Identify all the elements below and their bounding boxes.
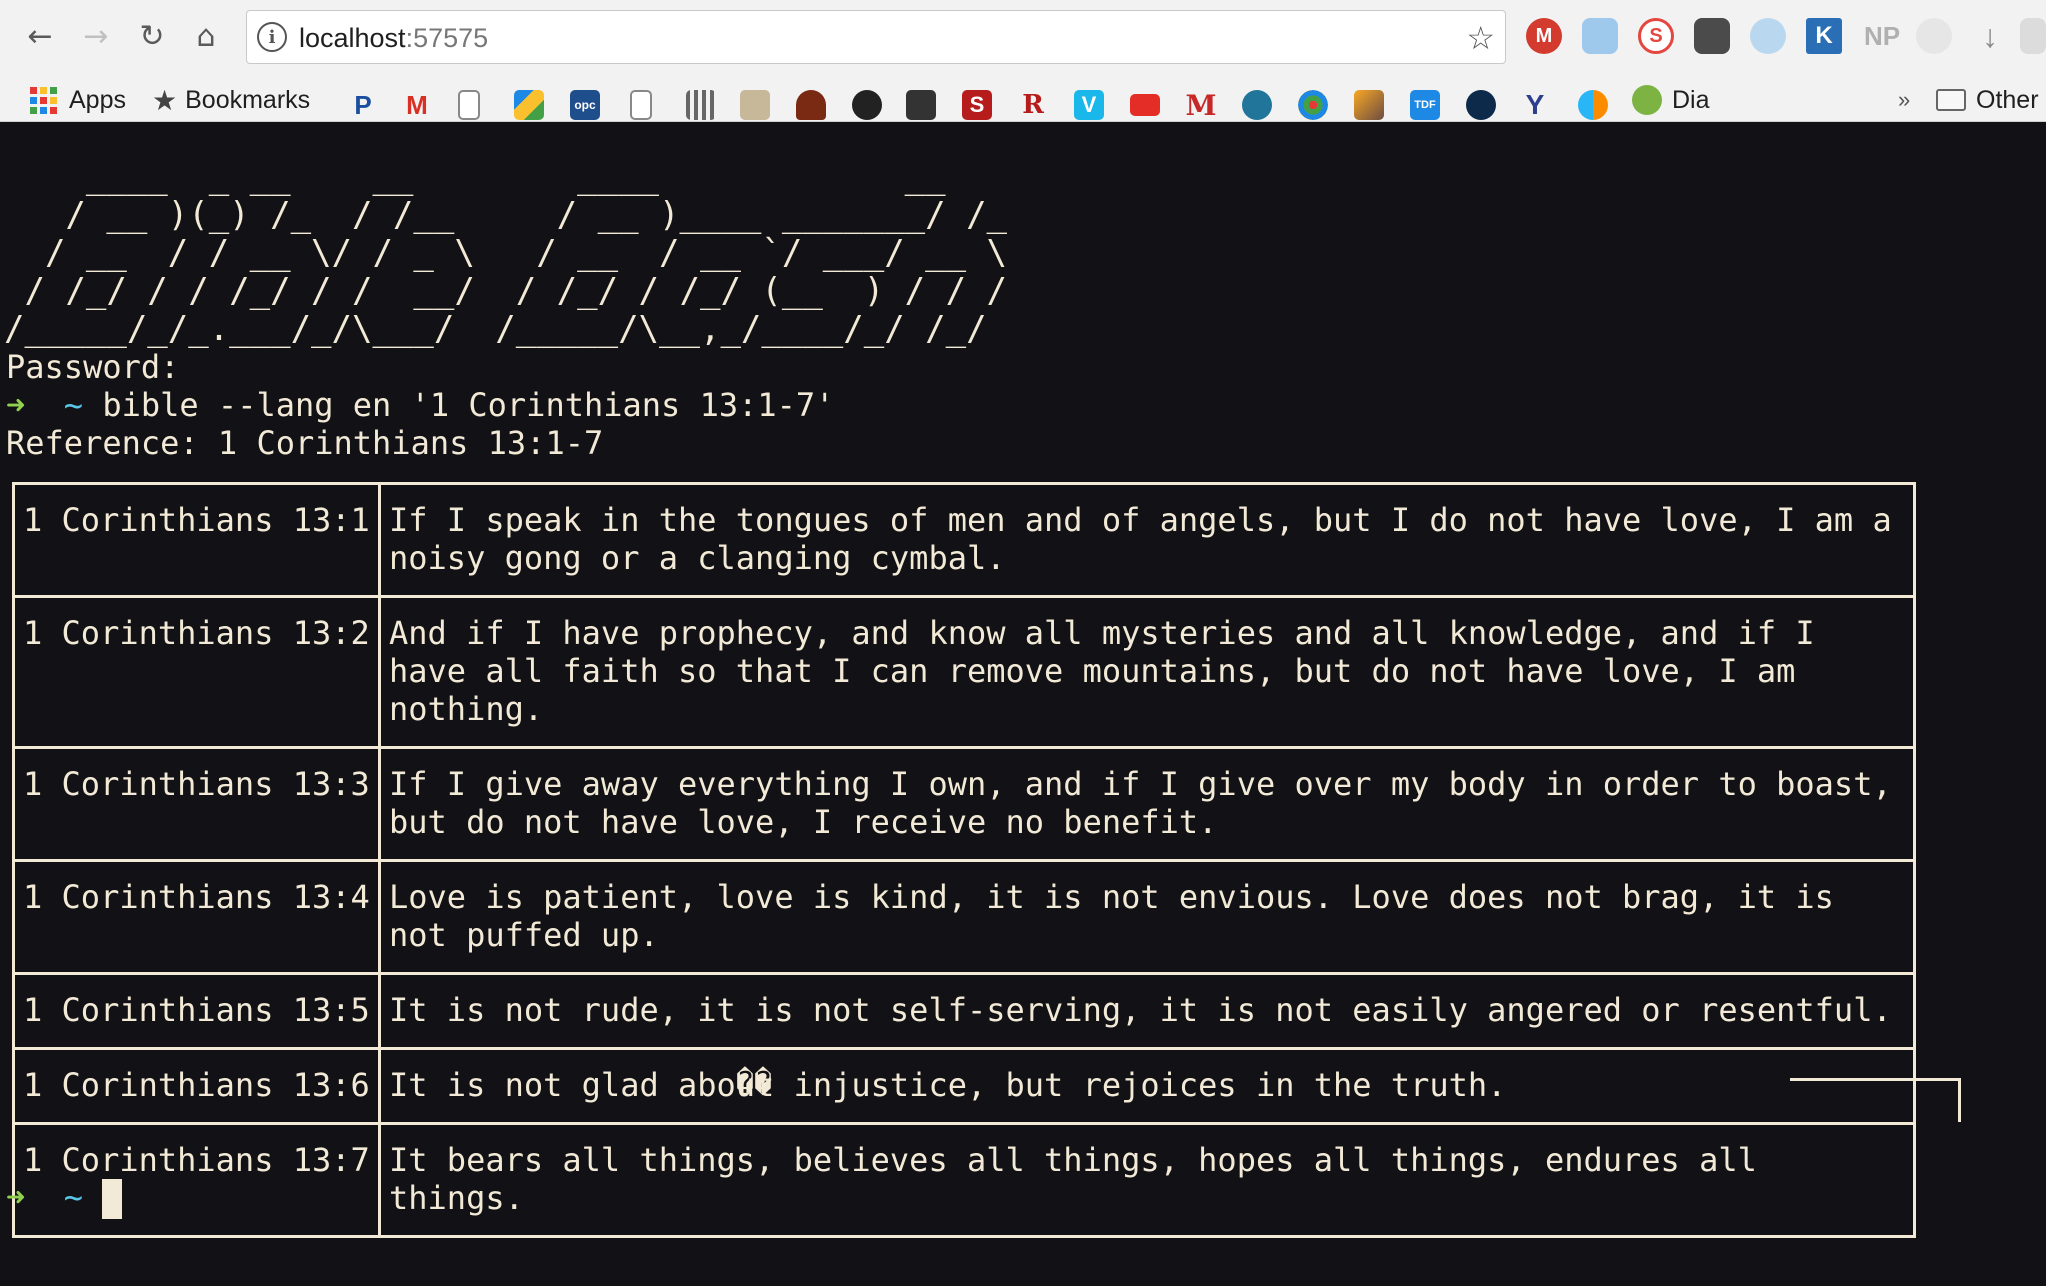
bookmark-brown-icon[interactable]: [796, 90, 826, 120]
table-row: 1 Corinthians 13:1 If I speak in the ton…: [12, 482, 1916, 598]
vimeo-icon[interactable]: V: [1074, 90, 1104, 120]
render-glitch-tick: [1958, 1078, 1961, 1122]
back-arrow-icon[interactable]: ←: [18, 14, 62, 58]
input-prompt-line[interactable]: ➜ ~: [6, 1178, 123, 1219]
grid-icon[interactable]: [686, 90, 716, 120]
ascii-banner: ____ _ __ __ ____ __ / __ )(_) /_ / /__ …: [4, 157, 1008, 349]
bookmark-opc-icon[interactable]: opc: [570, 90, 600, 120]
star-icon: ★: [152, 84, 178, 116]
site-info-icon[interactable]: i: [257, 22, 287, 52]
reload-icon[interactable]: ↻: [130, 14, 174, 58]
extension-cloud-icon[interactable]: [1582, 18, 1618, 54]
render-glitch-chars: ��: [736, 1066, 773, 1101]
bookmark-r-icon[interactable]: R: [1018, 90, 1048, 120]
bookmark-bookmarks[interactable]: ★ Bookmarks: [152, 82, 310, 118]
bookmark-mask-icon[interactable]: [852, 90, 882, 120]
bookmark-m-icon[interactable]: M: [1186, 90, 1216, 120]
extension-circle-icon[interactable]: [1916, 18, 1952, 54]
extension-m-icon[interactable]: M: [1526, 18, 1562, 54]
verse-text: It is not rude, it is not self-serving, …: [378, 972, 1916, 1050]
bookmark-s-icon[interactable]: S: [962, 90, 992, 120]
table-row: 1 Corinthians 13:5 It is not rude, it is…: [12, 972, 1916, 1050]
leaf-icon: [1632, 85, 1662, 115]
verse-ref: 1 Corinthians 13:3: [12, 746, 381, 862]
verse-ref: 1 Corinthians 13:1: [12, 482, 381, 598]
folder-icon: [1936, 89, 1966, 111]
wordpress-icon[interactable]: [1242, 90, 1272, 120]
extension-partial-icon[interactable]: [2020, 18, 2046, 54]
google-drive-icon[interactable]: [514, 90, 544, 120]
extension-s-icon[interactable]: S: [1638, 18, 1674, 54]
url-host: localhost: [299, 23, 406, 53]
verse-ref: 1 Corinthians 13:2: [12, 595, 381, 749]
bookmark-dia[interactable]: Dia: [1632, 82, 1710, 118]
extension-np-icon[interactable]: NP: [1860, 18, 1904, 54]
browser-chrome: ← → ↻ ⌂ i localhost:57575 ☆ M S K NP ↓ A…: [0, 0, 2046, 122]
bookmark-apps[interactable]: Apps: [30, 82, 126, 118]
verse-ref: 1 Corinthians 13:5: [12, 972, 381, 1050]
table-row: 1 Corinthians 13:3 If I give away everyt…: [12, 746, 1916, 862]
forward-arrow-icon[interactable]: →: [74, 14, 118, 58]
verse-text: If I give away everything I own, and if …: [378, 746, 1916, 862]
verses-table: 1 Corinthians 13:1 If I speak in the ton…: [12, 482, 1916, 1238]
evernote-icon[interactable]: [1694, 18, 1730, 54]
download-icon[interactable]: ↓: [1972, 18, 2008, 54]
bookmark-dia-label: Dia: [1672, 85, 1710, 114]
url-port: :57575: [405, 23, 489, 53]
prompt-tilde: ~: [63, 1178, 84, 1216]
home-icon[interactable]: ⌂: [184, 14, 228, 58]
gmail-icon[interactable]: M: [402, 90, 432, 120]
bookmark-eye-icon[interactable]: [1466, 90, 1496, 120]
command-text: bible --lang en '1 Corinthians 13:1-7': [102, 386, 835, 424]
bookmarks-overflow-button[interactable]: »: [1898, 82, 1910, 118]
verse-ref: 1 Corinthians 13:6: [12, 1047, 381, 1125]
verse-text: And if I have prophecy, and know all mys…: [378, 595, 1916, 749]
bookmark-bookmarks-label: Bookmarks: [185, 85, 311, 114]
bookmark-p-icon[interactable]: P: [348, 90, 378, 120]
youtube-icon[interactable]: [1130, 94, 1160, 116]
bookmark-other[interactable]: Other: [1936, 82, 2039, 118]
extension-k-icon[interactable]: K: [1806, 18, 1842, 54]
verse-text: It is not glad about injustice, but rejo…: [378, 1047, 1916, 1125]
terminal-window[interactable]: ____ _ __ __ ____ __ / __ )(_) /_ / /__ …: [0, 122, 2046, 1286]
ornament-icon[interactable]: [740, 90, 770, 120]
dots-icon[interactable]: [1298, 90, 1328, 120]
bookmark-star-icon[interactable]: ☆: [1466, 19, 1495, 57]
museum-icon[interactable]: [906, 90, 936, 120]
apps-grid-icon: [30, 86, 57, 114]
bookmark-orange-icon[interactable]: [1578, 90, 1608, 120]
bookmark-apps-label: Apps: [69, 85, 126, 114]
browser-toolbar: ← → ↻ ⌂ i localhost:57575 ☆ M S K NP ↓: [0, 0, 2046, 78]
command-line: ➜ ~ bible --lang en '1 Corinthians 13:1-…: [6, 386, 834, 424]
table-row: 1 Corinthians 13:2 And if I have prophec…: [12, 595, 1916, 749]
verse-ref: 1 Corinthians 13:4: [12, 859, 381, 975]
page-icon-2[interactable]: [630, 90, 652, 120]
bookmarks-bar: Apps ★ Bookmarks P M opc S R V M TDF Y D…: [0, 78, 2046, 122]
prompt-tilde: ~: [63, 386, 84, 424]
extension-shield-icon[interactable]: [1750, 18, 1786, 54]
render-glitch-line: [1790, 1078, 1960, 1081]
prompt-arrow-icon: ➜: [6, 1178, 26, 1216]
verse-text: Love is patient, love is kind, it is not…: [378, 859, 1916, 975]
prompt-arrow-icon: ➜: [6, 386, 26, 424]
bookmark-y-icon[interactable]: Y: [1520, 90, 1550, 120]
trumpet-icon[interactable]: [1354, 90, 1384, 120]
verse-text: If I speak in the tongues of men and of …: [378, 482, 1916, 598]
table-row: 1 Corinthians 13:6 It is not glad about …: [12, 1047, 1916, 1125]
table-row: 1 Corinthians 13:4 Love is patient, love…: [12, 859, 1916, 975]
page-icon[interactable]: [458, 90, 480, 120]
bookmark-tdf-icon[interactable]: TDF: [1410, 90, 1440, 120]
address-bar[interactable]: i localhost:57575 ☆: [246, 10, 1506, 64]
verse-text: It bears all things, believes all things…: [378, 1122, 1916, 1238]
text-cursor[interactable]: [102, 1179, 123, 1219]
table-row: 1 Corinthians 13:7 It bears all things, …: [12, 1122, 1916, 1238]
reference-line: Reference: 1 Corinthians 13:1-7: [6, 424, 604, 462]
bookmark-other-label: Other: [1976, 85, 2039, 114]
password-prompt: Password:: [6, 348, 180, 386]
address-url[interactable]: localhost:57575: [299, 23, 488, 54]
